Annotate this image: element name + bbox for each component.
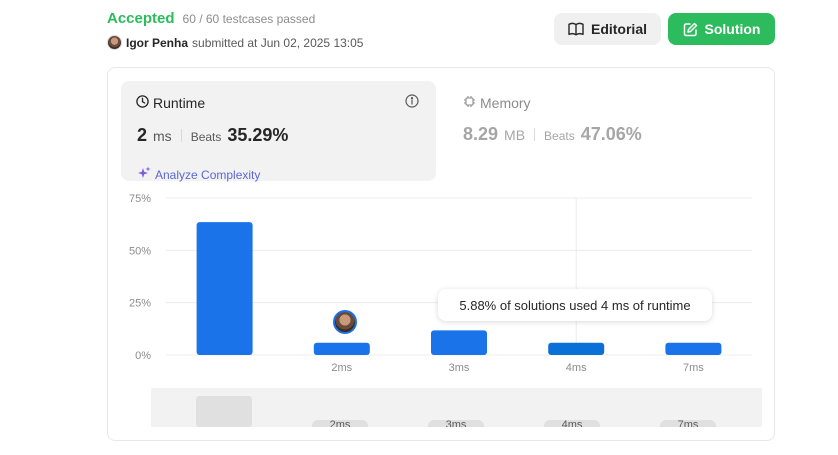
submission-status: Accepted 60 / 60 testcases passed xyxy=(107,10,315,27)
avatar[interactable] xyxy=(107,35,122,50)
scroller-label: 4ms xyxy=(544,420,600,427)
scroller-label: 2ms xyxy=(312,420,368,427)
submitter-info: Igor Penha submitted at Jun 02, 2025 13:… xyxy=(107,35,363,50)
divider xyxy=(180,129,182,142)
runtime-panel[interactable]: Runtime 2 ms Beats 35.29% Analyze Comple… xyxy=(121,81,436,183)
memory-values: 8.29 MB Beats 47.06% xyxy=(463,124,642,145)
scroller-label: 7ms xyxy=(660,420,716,427)
runtime-beats-value: 35.29% xyxy=(227,125,289,145)
editorial-button[interactable]: Editorial xyxy=(554,13,661,45)
chart-bar[interactable] xyxy=(548,342,605,355)
memory-header[interactable]: Memory xyxy=(463,95,531,111)
info-icon[interactable] xyxy=(405,94,419,113)
runtime-header: Runtime xyxy=(136,95,205,111)
scroller-thumb[interactable] xyxy=(196,396,252,427)
runtime-values: 2 ms Beats 35.29% xyxy=(137,125,288,146)
submitted-time: submitted at Jun 02, 2025 13:05 xyxy=(192,35,364,50)
runtime-value: 2 xyxy=(137,125,148,145)
scroller-label: 3ms xyxy=(428,420,484,427)
chart-range-scroller[interactable]: 2ms 3ms 4ms 7ms xyxy=(151,388,762,427)
divider xyxy=(534,128,536,141)
testcases-passed: 60 / 60 testcases passed xyxy=(182,12,316,26)
memory-beats-label: Beats xyxy=(544,129,575,143)
memory-title: Memory xyxy=(480,95,531,111)
sparkle-icon xyxy=(137,166,151,183)
memory-beats-value: 47.06% xyxy=(580,124,642,144)
editorial-label: Editorial xyxy=(590,21,647,37)
runtime-unit: ms xyxy=(153,128,172,144)
solution-label: Solution xyxy=(704,21,761,37)
book-icon xyxy=(568,22,584,36)
chart-bar[interactable] xyxy=(196,222,253,355)
submitter-name[interactable]: Igor Penha xyxy=(126,36,188,50)
chart-bar[interactable] xyxy=(431,330,487,355)
chart-bar[interactable] xyxy=(665,342,722,355)
solution-button[interactable]: Solution xyxy=(668,13,775,45)
memory-value: 8.29 xyxy=(463,124,499,144)
analyze-complexity-label: Analyze Complexity xyxy=(155,167,261,182)
runtime-title: Runtime xyxy=(153,95,206,111)
my-submission-avatar[interactable] xyxy=(333,310,357,334)
clock-icon xyxy=(136,95,149,111)
chart-bar[interactable] xyxy=(313,342,370,355)
accepted-label: Accepted xyxy=(107,10,175,27)
runtime-beats-label: Beats xyxy=(190,130,222,144)
edit-icon xyxy=(683,22,698,37)
analyze-complexity-link[interactable]: Analyze Complexity xyxy=(137,166,260,183)
chip-icon xyxy=(463,95,476,111)
chart-tooltip: 5.88% of solutions used 4 ms of runtime xyxy=(438,289,712,321)
memory-unit: MB xyxy=(504,127,526,143)
